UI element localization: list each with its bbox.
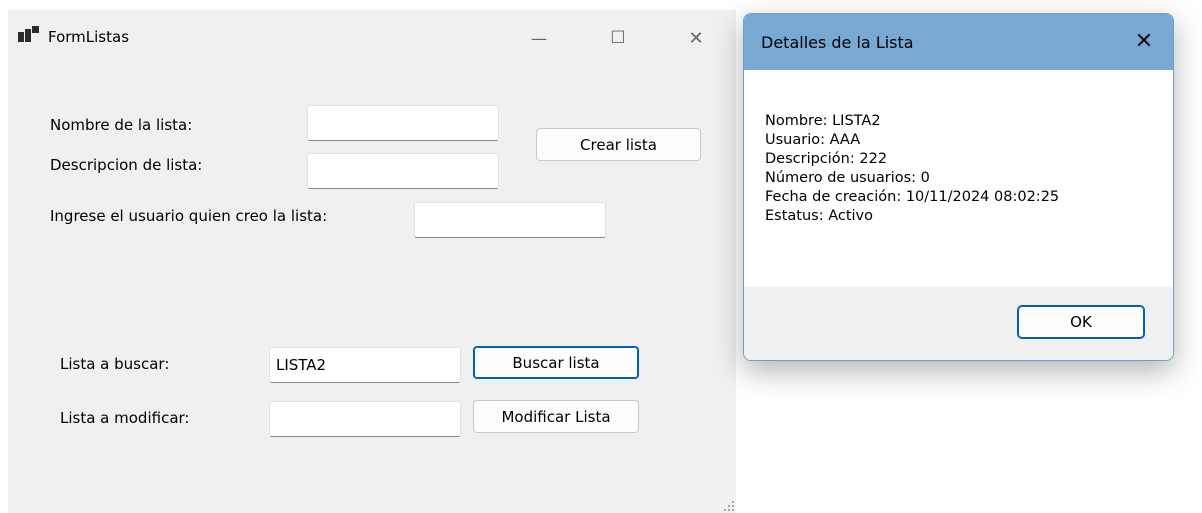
ok-button[interactable]: OK xyxy=(1017,305,1145,339)
maximize-icon: ☐ xyxy=(610,28,626,48)
buscar-lista-button[interactable]: Buscar lista xyxy=(473,346,639,379)
detalles-dialog: Detalles de la Lista ✕ Nombre: LISTA2 Us… xyxy=(743,13,1174,361)
dialog-close-button[interactable]: ✕ xyxy=(1129,26,1159,56)
resize-grip[interactable] xyxy=(724,501,734,511)
modificar-label: Lista a modificar: xyxy=(60,409,190,427)
form-titlebar[interactable]: FormListas — ☐ ✕ xyxy=(8,10,736,62)
desktop: FormListas — ☐ ✕ Nombre de la lista: Des… xyxy=(0,0,1202,513)
detail-usuario: Usuario: AAA xyxy=(765,132,861,148)
minimize-button[interactable]: — xyxy=(516,18,562,58)
usuario-label: Ingrese el usuario quien creo la lista: xyxy=(50,207,328,225)
detail-estatus: Estatus: Activo xyxy=(765,208,874,224)
close-button[interactable]: ✕ xyxy=(673,18,719,58)
maximize-button[interactable]: ☐ xyxy=(595,18,641,58)
minimize-icon: — xyxy=(531,28,547,48)
descripcion-input[interactable] xyxy=(307,153,499,189)
usuario-input[interactable] xyxy=(414,202,606,238)
window-title: FormListas xyxy=(48,28,130,46)
detail-nombre: Nombre: LISTA2 xyxy=(765,113,881,129)
dialog-message: Nombre: LISTA2 Usuario: AAA Descripción:… xyxy=(765,112,1059,226)
modificar-lista-button[interactable]: Modificar Lista xyxy=(473,400,639,433)
form-listas-window: FormListas — ☐ ✕ Nombre de la lista: Des… xyxy=(8,10,736,513)
close-icon: ✕ xyxy=(688,27,704,49)
buscar-label: Lista a buscar: xyxy=(60,355,170,373)
dialog-footer: OK xyxy=(744,287,1173,360)
buscar-input[interactable]: LISTA2 xyxy=(269,347,461,383)
app-icon xyxy=(18,26,40,44)
descripcion-label: Descripcion de lista: xyxy=(50,156,203,174)
close-icon: ✕ xyxy=(1134,28,1154,54)
dialog-titlebar[interactable]: Detalles de la Lista ✕ xyxy=(744,14,1173,70)
crear-lista-button[interactable]: Crear lista xyxy=(536,128,701,161)
nombre-label: Nombre de la lista: xyxy=(50,116,193,134)
modificar-input[interactable] xyxy=(269,401,461,437)
nombre-input[interactable] xyxy=(307,105,499,141)
detail-descripcion: Descripción: 222 xyxy=(765,151,888,167)
detail-fecha-creacion: Fecha de creación: 10/11/2024 08:02:25 xyxy=(765,189,1060,205)
detail-numero-usuarios: Número de usuarios: 0 xyxy=(765,170,930,186)
dialog-title: Detalles de la Lista xyxy=(761,33,914,52)
